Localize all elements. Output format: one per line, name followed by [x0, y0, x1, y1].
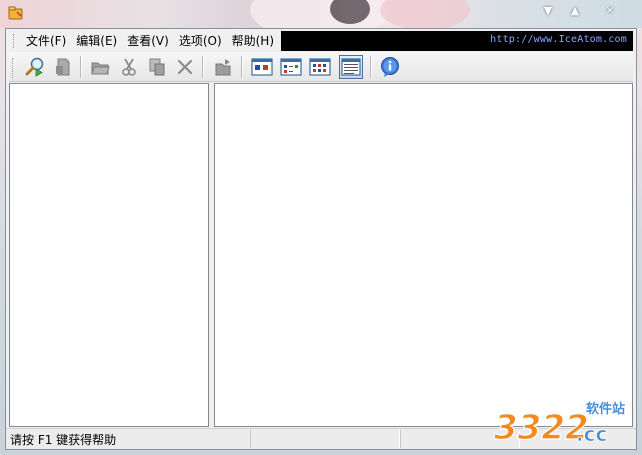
export-button[interactable]: [211, 55, 235, 79]
open-button[interactable]: [88, 55, 112, 79]
close-button[interactable]: ✕: [600, 3, 620, 17]
document-icon: [56, 58, 70, 76]
search-button[interactable]: [23, 55, 47, 79]
status-panel: [250, 430, 400, 448]
status-hint: 请按 F1 键获得帮助: [10, 433, 117, 447]
about-button[interactable]: [378, 55, 402, 79]
app-icon[interactable]: [8, 6, 24, 20]
folder-open-icon: [91, 62, 110, 75]
toolbar-separator: [370, 56, 372, 78]
menu-edit[interactable]: 编辑(E): [72, 32, 123, 50]
watermark-number: 3322: [494, 408, 589, 448]
properties-button[interactable]: [51, 55, 75, 79]
menu-help[interactable]: 帮助(H): [228, 32, 280, 50]
delete-button[interactable]: [173, 55, 197, 79]
main-window: 文件(F) 编辑(E) 查看(V) 选项(O) 帮助(H) http://www…: [5, 28, 637, 450]
site-watermark: 3322 .cc 软件站: [490, 393, 635, 449]
copy-icon: [149, 58, 165, 76]
watermark-suffix: .cc: [576, 422, 607, 446]
menu-file[interactable]: 文件(F): [22, 32, 72, 50]
menu-strip: 文件(F) 编辑(E) 查看(V) 选项(O) 帮助(H): [9, 31, 281, 51]
toolbar: [9, 52, 633, 82]
folder-tree-pane[interactable]: [9, 83, 209, 427]
maximize-button[interactable]: ▲: [565, 3, 585, 17]
search-magnifier-icon: [25, 57, 44, 77]
toolbar-grip[interactable]: [12, 58, 15, 78]
menu-options[interactable]: 选项(O): [175, 32, 228, 50]
view-small-icons-button[interactable]: [279, 55, 303, 79]
info-icon: [381, 57, 399, 77]
menu-grip[interactable]: [13, 34, 16, 48]
view-large-icons-button[interactable]: [250, 55, 274, 79]
export-icon: [215, 59, 231, 76]
file-list-pane[interactable]: [214, 83, 633, 427]
watermark-site: 软件站: [586, 401, 625, 417]
watermark-logo-icon: 3322 .cc 软件站: [493, 401, 625, 449]
toolbar-separator: [80, 56, 82, 78]
view-details-button[interactable]: [339, 55, 363, 79]
menu-view[interactable]: 查看(V): [123, 32, 175, 50]
copy-button[interactable]: [145, 55, 169, 79]
title-bar[interactable]: ▼ ▲ ✕: [0, 0, 642, 40]
background-blob: [380, 0, 470, 30]
website-link[interactable]: http://www.IceAtom.com: [490, 34, 627, 45]
view-list-icon: [309, 58, 331, 76]
menu-bar: 文件(F) 编辑(E) 查看(V) 选项(O) 帮助(H) http://www…: [9, 31, 633, 51]
view-details-icon: [341, 58, 361, 76]
toolbar-separator: [241, 56, 243, 78]
view-small-icons-icon: [280, 58, 302, 76]
delete-x-icon: [177, 59, 193, 75]
toolbar-separator: [202, 56, 204, 78]
cut-button[interactable]: [117, 55, 141, 79]
minimize-button[interactable]: ▼: [538, 3, 558, 17]
scissors-icon: [122, 58, 136, 76]
view-large-icons-icon: [251, 58, 273, 76]
view-list-button[interactable]: [308, 55, 332, 79]
